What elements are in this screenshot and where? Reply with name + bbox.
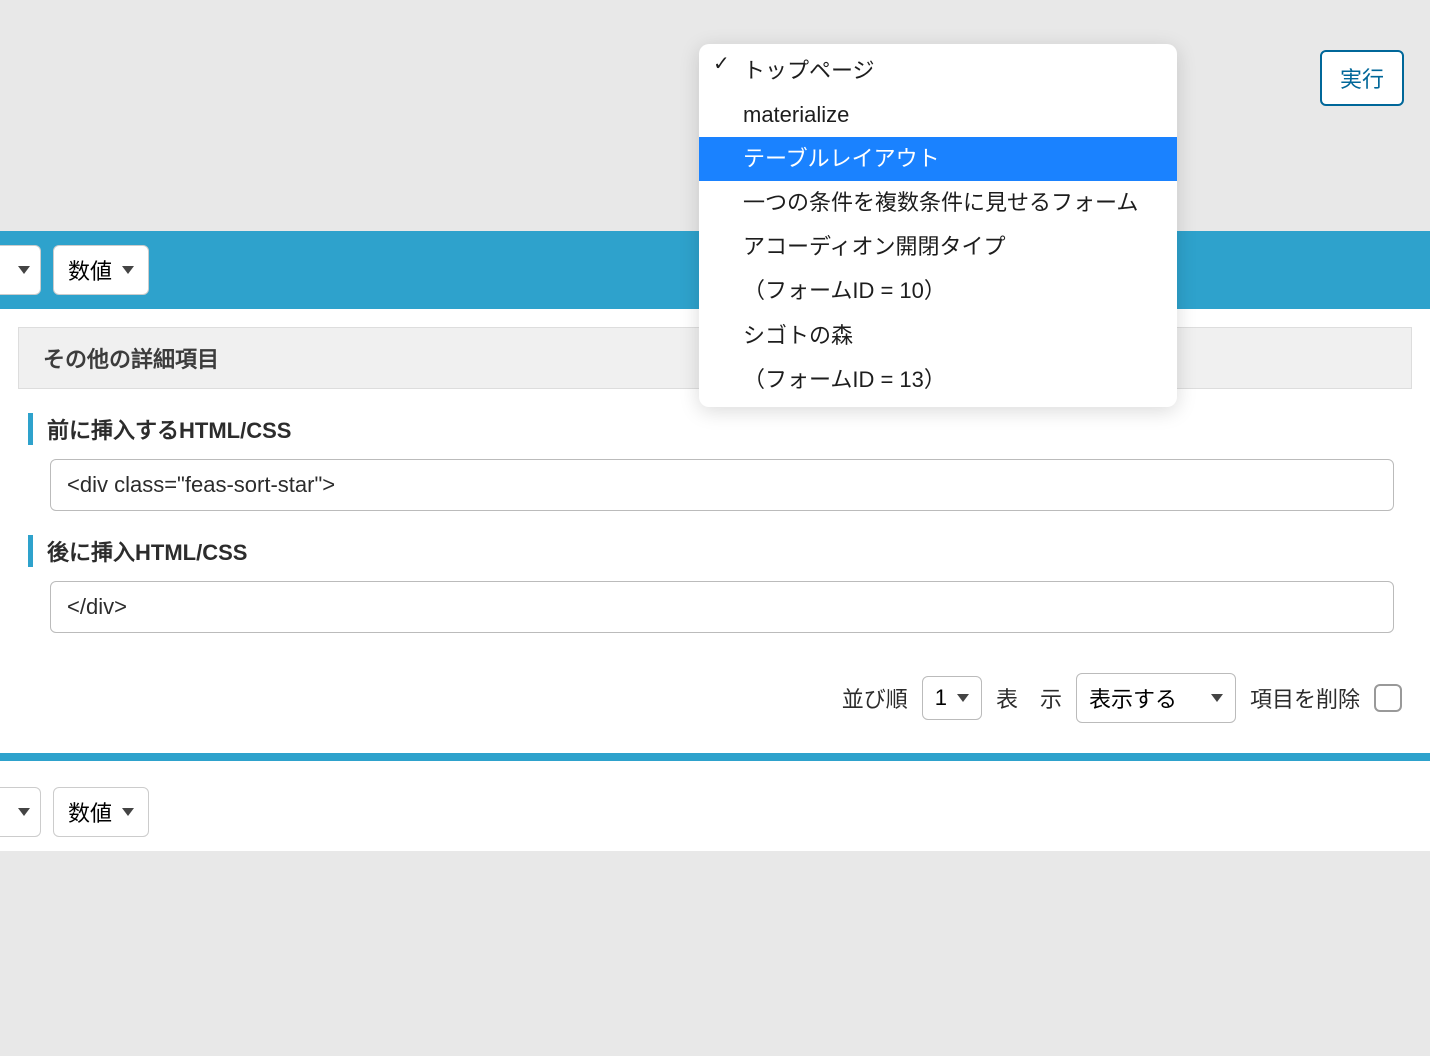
- page-dropdown-menu[interactable]: トップページ materialize テーブルレイアウト 一つの条件を複数条件に…: [699, 44, 1177, 407]
- lower-select-numeric-label: 数値: [68, 796, 112, 828]
- dropdown-item-6[interactable]: シゴトの森: [699, 314, 1177, 358]
- execute-button[interactable]: 実行: [1320, 50, 1404, 106]
- toolbar-select-numeric-label: 数値: [68, 254, 112, 286]
- dropdown-item-2[interactable]: テーブルレイアウト: [699, 137, 1177, 181]
- toolbar-bar-divider: [0, 753, 1430, 761]
- chevron-down-icon: [1211, 694, 1223, 702]
- chevron-down-icon: [18, 808, 30, 816]
- field-before-input[interactable]: [50, 459, 1394, 511]
- bottom-controls: 並び順 1 表 示 表示する 項目を削除: [0, 633, 1430, 753]
- lower-select-numeric[interactable]: 数値: [53, 787, 149, 837]
- field-before-group: 前に挿入するHTML/CSS: [0, 389, 1430, 511]
- dropdown-item-1[interactable]: materialize: [699, 93, 1177, 137]
- field-after-label: 後に挿入HTML/CSS: [28, 535, 1402, 567]
- toolbar-bar-lower: 数値: [0, 773, 1430, 851]
- sort-select[interactable]: 1: [922, 676, 982, 720]
- dropdown-item-5[interactable]: （フォームID = 10）: [699, 269, 1177, 313]
- sort-select-value: 1: [935, 685, 947, 711]
- dropdown-item-0[interactable]: トップページ: [699, 44, 1177, 93]
- dropdown-item-3[interactable]: 一つの条件を複数条件に見せるフォーム: [699, 181, 1177, 225]
- field-after-input[interactable]: [50, 581, 1394, 633]
- sort-label: 並び順: [842, 682, 908, 714]
- chevron-down-icon: [957, 694, 969, 702]
- chevron-down-icon: [18, 266, 30, 274]
- chevron-down-icon: [122, 808, 134, 816]
- toolbar-select-numeric[interactable]: 数値: [53, 245, 149, 295]
- dropdown-item-4[interactable]: アコーディオン開閉タイプ: [699, 225, 1177, 269]
- field-after-group: 後に挿入HTML/CSS: [0, 511, 1430, 633]
- delete-checkbox[interactable]: [1374, 684, 1402, 712]
- delete-label: 項目を削除: [1250, 682, 1360, 714]
- display-select[interactable]: 表示する: [1076, 673, 1236, 723]
- display-label: 表 示: [996, 682, 1062, 714]
- field-before-label: 前に挿入するHTML/CSS: [28, 413, 1402, 445]
- lower-select-left[interactable]: [0, 787, 41, 837]
- display-select-value: 表示する: [1089, 682, 1177, 714]
- dropdown-item-7[interactable]: （フォームID = 13）: [699, 358, 1177, 407]
- chevron-down-icon: [122, 266, 134, 274]
- toolbar-select-left[interactable]: [0, 245, 41, 295]
